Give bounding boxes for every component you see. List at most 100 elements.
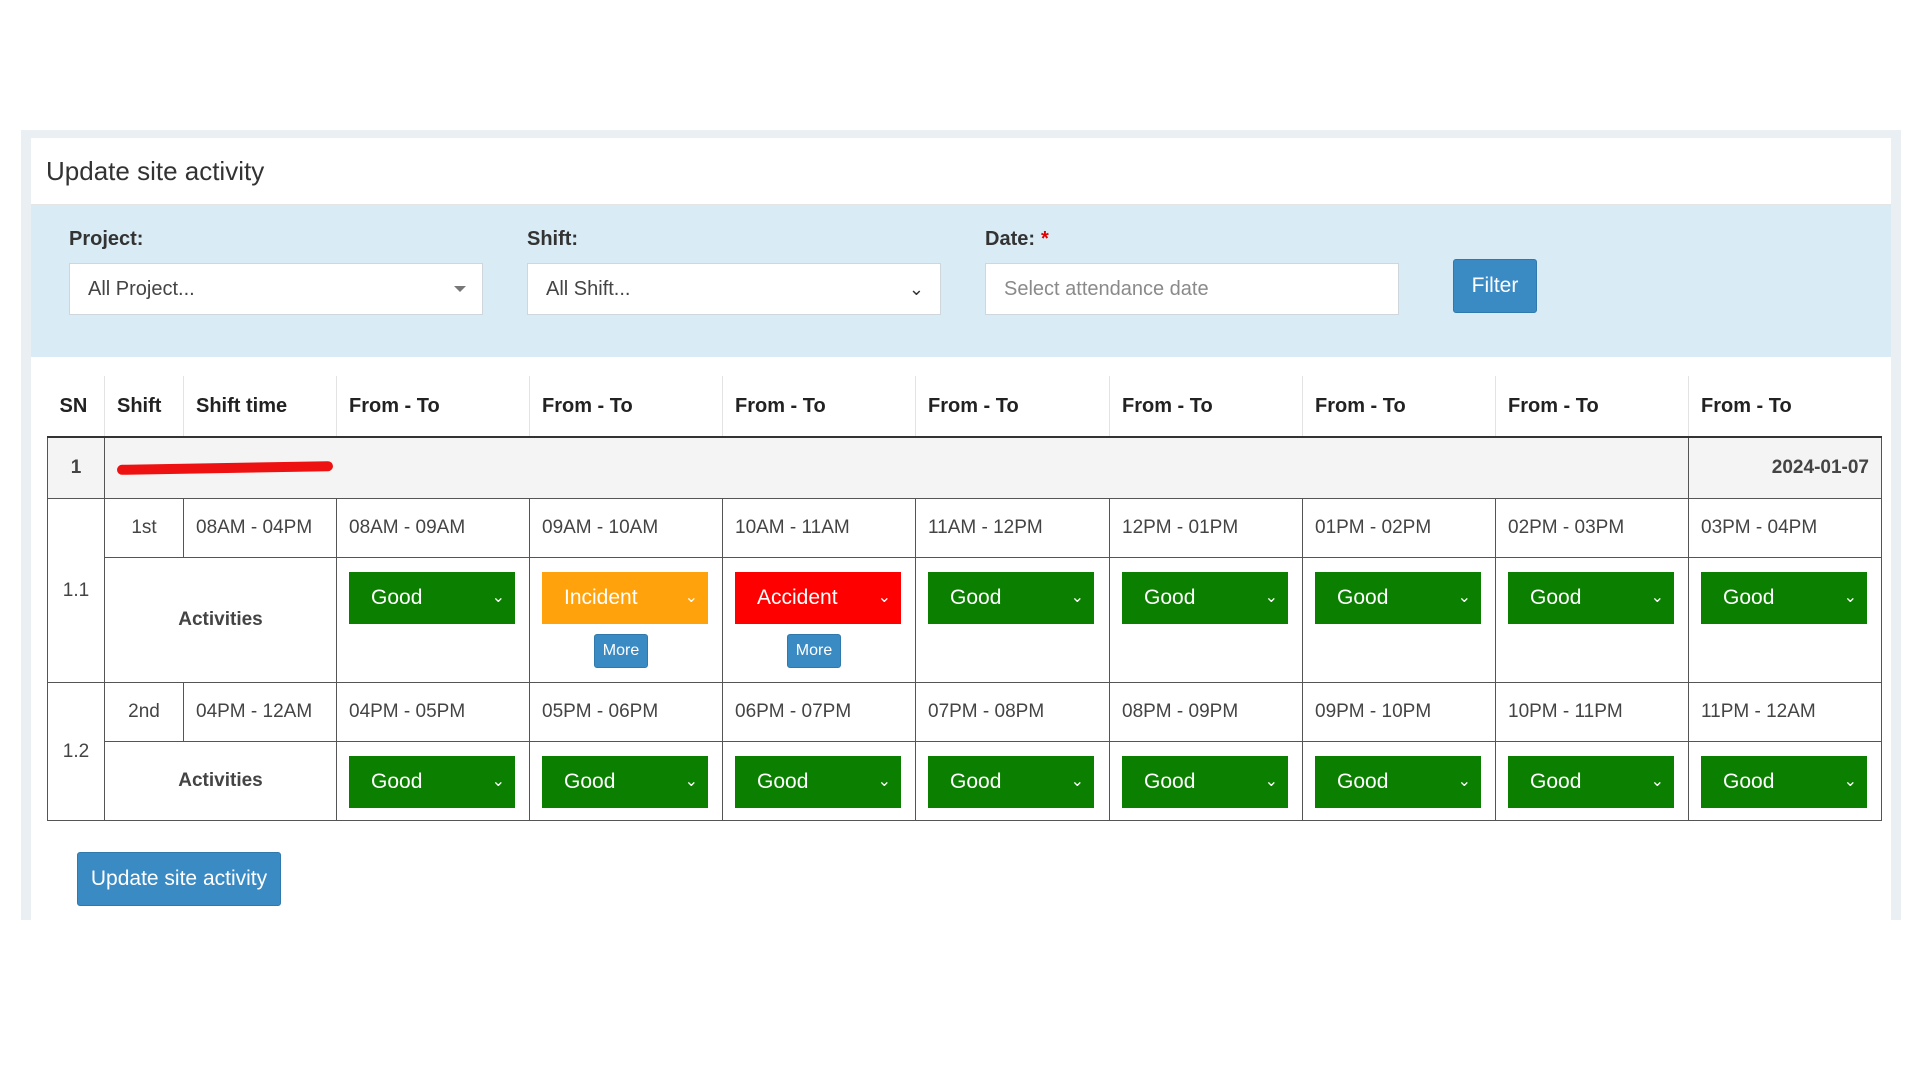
chevron-down-icon: ⌄ — [1264, 589, 1278, 606]
status-select[interactable]: Good ⌄ — [1122, 756, 1288, 808]
chevron-down-icon: ⌄ — [877, 589, 891, 606]
time-slot: 03PM - 04PM — [1688, 498, 1882, 558]
status-value: Good — [1530, 770, 1582, 793]
date-filter: Date: * — [985, 225, 1399, 315]
project-select[interactable]: All Project... — [69, 263, 483, 315]
chevron-down-icon: ⌄ — [1457, 773, 1471, 790]
status-value: Good — [564, 770, 616, 793]
time-slot: 08AM - 09AM — [336, 498, 530, 558]
status-select[interactable]: Good ⌄ — [1508, 756, 1674, 808]
activity-cell: Good ⌄ — [1688, 557, 1882, 683]
chevron-down-icon: ⌄ — [877, 773, 891, 790]
status-select[interactable]: Incident ⌄ — [542, 572, 708, 624]
time-slot: 10AM - 11AM — [722, 498, 916, 558]
project-sn: 1 — [47, 436, 105, 499]
status-select[interactable]: Good ⌄ — [1315, 756, 1481, 808]
status-select[interactable]: Good ⌄ — [928, 572, 1094, 624]
status-select[interactable]: Good ⌄ — [928, 756, 1094, 808]
header-from-to: From - To — [1688, 376, 1882, 438]
status-value: Good — [950, 770, 1002, 793]
shift-select-value: All Shift... — [546, 277, 631, 300]
status-select[interactable]: Good ⌄ — [1122, 572, 1288, 624]
time-slot: 11AM - 12PM — [915, 498, 1110, 558]
card-body: Update site activity Project: All Projec… — [31, 138, 1891, 920]
header-sn: SN — [47, 376, 105, 438]
shift-time-row: 1.2 2nd 04PM - 12AM 04PM - 05PM 05PM - 0… — [47, 682, 1882, 821]
shift-time-row: 1.1 1st 08AM - 04PM 08AM - 09AM 09AM - 1… — [47, 498, 1882, 683]
status-value: Good — [757, 770, 809, 793]
chevron-down-icon: ⌄ — [491, 589, 505, 606]
header-from-to: From - To — [1495, 376, 1689, 438]
filter-button[interactable]: Filter — [1453, 259, 1537, 313]
redacted-mark — [116, 461, 334, 475]
shift-filter: Shift: All Shift... ⌄ — [527, 225, 941, 315]
chevron-down-icon: ⌄ — [1843, 589, 1857, 606]
status-value: Accident — [757, 586, 838, 609]
status-select[interactable]: Good ⌄ — [349, 572, 515, 624]
status-value: Good — [1530, 586, 1582, 609]
chevron-down-icon: ⌄ — [684, 589, 698, 606]
project-name-redacted — [104, 436, 1689, 499]
status-select[interactable]: Good ⌄ — [1315, 572, 1481, 624]
activity-cell: Good ⌄ — [1109, 557, 1303, 683]
date-label-wrap: Date: * — [985, 225, 1399, 253]
shift-label: Shift: — [527, 228, 579, 250]
status-select[interactable]: Good ⌄ — [735, 756, 901, 808]
project-date: 2024-01-07 — [1688, 436, 1882, 499]
caret-down-icon — [454, 286, 466, 292]
activities-row: Activities Good ⌄ Good ⌄ Good ⌄ Good ⌄ Good ⌄ — [48, 741, 1882, 821]
activity-cell: Accident ⌄ More — [722, 557, 916, 683]
activities-row: Activities Good ⌄ Incident ⌄ More Accident… — [48, 557, 1882, 683]
header-from-to: From - To — [915, 376, 1110, 438]
shift-time: 08AM - 04PM — [183, 498, 337, 558]
time-slot: 09AM - 10AM — [529, 498, 723, 558]
header-from-to: From - To — [336, 376, 530, 438]
status-select[interactable]: Accident ⌄ — [735, 572, 901, 624]
chevron-down-icon: ⌄ — [1070, 773, 1084, 790]
activity-cell: Good ⌄ — [529, 741, 723, 821]
time-slot: 11PM - 12AM — [1688, 682, 1882, 742]
activity-cell: Good ⌄ — [722, 741, 916, 821]
time-slot: 10PM - 11PM — [1495, 682, 1689, 742]
activity-cell: Good ⌄ — [1302, 741, 1496, 821]
header-from-to: From - To — [722, 376, 916, 438]
header-from-to: From - To — [1302, 376, 1496, 438]
time-slot: 07PM - 08PM — [915, 682, 1110, 742]
chevron-down-icon: ⌄ — [1843, 773, 1857, 790]
site-activity-card: Update site activity Project: All Projec… — [21, 130, 1901, 920]
project-row: 1 2024-01-07 — [47, 436, 1882, 499]
date-input[interactable] — [985, 263, 1399, 315]
filter-panel: Project: All Project... Shift: All Shift… — [31, 205, 1891, 357]
shift-time: 04PM - 12AM — [183, 682, 337, 742]
shift-name: 2nd — [104, 682, 184, 742]
activity-cell: Good ⌄ — [1688, 741, 1882, 821]
more-button[interactable]: More — [787, 634, 841, 668]
activity-cell: Good ⌄ — [1302, 557, 1496, 683]
project-label: Project: — [69, 228, 144, 250]
activity-cell: Incident ⌄ More — [529, 557, 723, 683]
header-from-to: From - To — [529, 376, 723, 438]
update-site-activity-button[interactable]: Update site activity — [77, 852, 281, 906]
status-select[interactable]: Good ⌄ — [1701, 572, 1867, 624]
time-slot: 06PM - 07PM — [722, 682, 916, 742]
time-slot: 01PM - 02PM — [1302, 498, 1496, 558]
status-value: Good — [1337, 770, 1389, 793]
status-value: Good — [1723, 770, 1775, 793]
status-value: Good — [1144, 586, 1196, 609]
header-shift: Shift — [104, 376, 184, 438]
time-slot: 02PM - 03PM — [1495, 498, 1689, 558]
status-value: Good — [1337, 586, 1389, 609]
chevron-down-icon: ⌄ — [491, 773, 505, 790]
status-select[interactable]: Good ⌄ — [542, 756, 708, 808]
more-button[interactable]: More — [594, 634, 648, 668]
status-select[interactable]: Good ⌄ — [1508, 572, 1674, 624]
activity-cell: Good ⌄ — [1109, 741, 1303, 821]
status-select[interactable]: Good ⌄ — [349, 756, 515, 808]
shift-select[interactable]: All Shift... ⌄ — [527, 263, 941, 315]
project-select-value: All Project... — [88, 277, 195, 300]
chevron-down-icon: ⌄ — [1650, 589, 1664, 606]
status-value: Good — [371, 586, 423, 609]
activity-cell: Good ⌄ — [1495, 557, 1689, 683]
chevron-down-icon: ⌄ — [908, 279, 924, 299]
status-select[interactable]: Good ⌄ — [1701, 756, 1867, 808]
